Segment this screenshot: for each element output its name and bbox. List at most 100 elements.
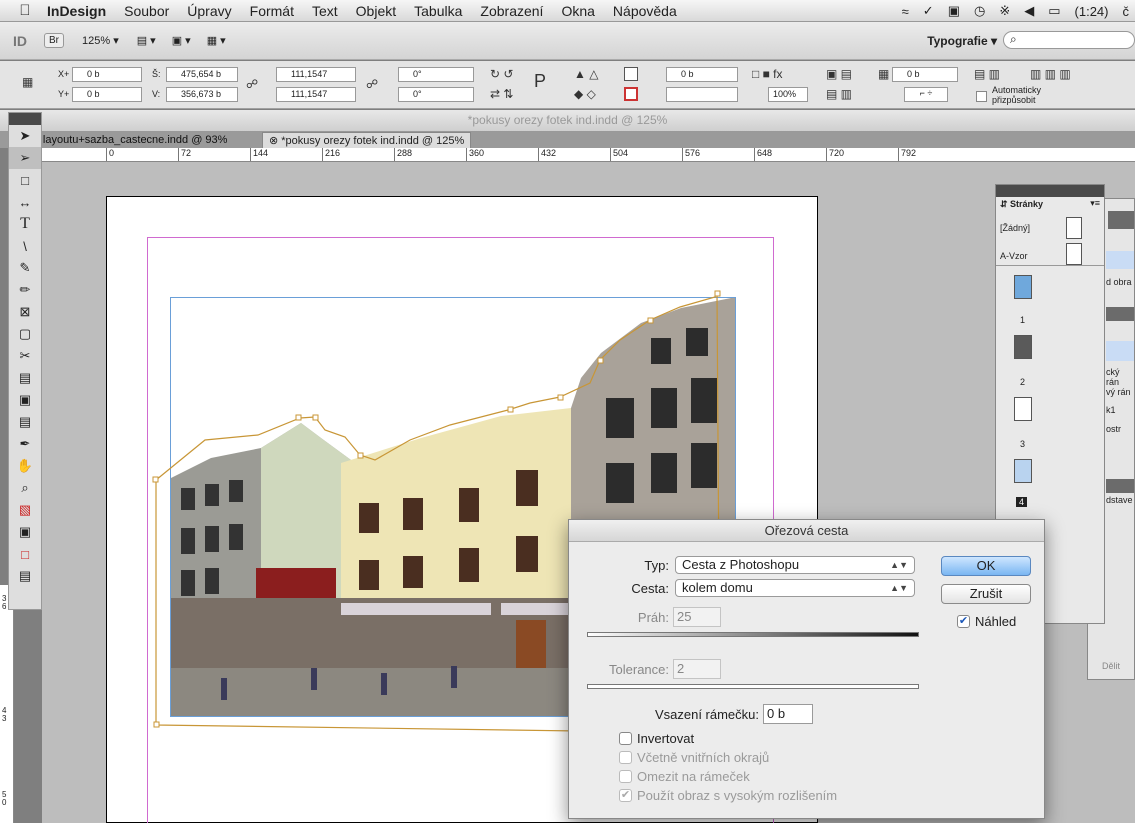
zoom-tool-icon[interactable]: ⌕	[9, 477, 41, 499]
rotation-field[interactable]: 0°	[398, 67, 474, 82]
view-options-icon[interactable]: ▤ ▾	[137, 34, 156, 47]
battery-icon[interactable]: ▭	[1048, 3, 1060, 19]
apply-none-icon[interactable]: □	[9, 543, 41, 565]
line-tool-icon[interactable]: \	[9, 235, 41, 257]
inset-field[interactable]: 0 b	[892, 67, 958, 82]
panel-tab[interactable]	[1108, 211, 1134, 229]
frame-fitting-icon[interactable]: ▦	[878, 67, 889, 81]
corner-options-select[interactable]: ⌐ ÷	[904, 87, 948, 102]
pen-icon[interactable]: ✓	[923, 3, 934, 19]
threshold-field[interactable]: 25	[673, 607, 721, 627]
menu-okna[interactable]: Okna	[552, 3, 603, 19]
close-tab-icon[interactable]: ⊗	[269, 135, 281, 147]
width-field[interactable]: 475,654 b	[166, 67, 238, 82]
page-thumb-3[interactable]	[1014, 397, 1032, 421]
panel-row-selected[interactable]	[1106, 341, 1134, 361]
stroke-type-select[interactable]	[666, 87, 738, 102]
align-icons[interactable]: ▤ ▥	[826, 87, 852, 101]
vertical-ruler[interactable]: 3 6 4 3 5 0	[0, 585, 14, 823]
fitting-icons[interactable]: ▣ ▤	[826, 67, 852, 81]
menu-objekt[interactable]: Objekt	[347, 3, 405, 19]
screen-mode-icon[interactable]: ▣ ▾	[172, 34, 191, 47]
panel-row[interactable]	[1106, 251, 1134, 269]
restrict-to-frame-checkbox[interactable]: Omezit na rámeček	[619, 769, 750, 784]
direct-selection-tool-icon[interactable]: ➢	[9, 147, 41, 169]
workspace-select[interactable]: Typografie ▾	[927, 34, 997, 48]
invert-checkbox[interactable]: Invertovat	[619, 731, 694, 746]
none-master-label[interactable]: [Žádný]	[1000, 223, 1030, 233]
fit-content-icons[interactable]: ▥ ▥ ▥	[1030, 67, 1071, 81]
opacity-field[interactable]: 100%	[768, 87, 808, 102]
scissors-tool-icon[interactable]: ✂	[9, 345, 41, 367]
horizontal-ruler[interactable]: 0 72 144 216 288 360 432 504 576 648 720…	[28, 148, 1135, 162]
tools-panel-header[interactable]	[9, 113, 41, 125]
preview-checkbox[interactable]: ✔ Náhled	[957, 614, 1016, 629]
time-machine-icon[interactable]: ◷	[974, 3, 985, 19]
apple-menu-icon[interactable]: 	[12, 2, 38, 19]
effects-icon[interactable]: □ ■ fx	[752, 67, 783, 81]
menu-indesign[interactable]: InDesign	[38, 3, 115, 19]
page-thumb-2[interactable]	[1014, 335, 1032, 359]
tab-orezy[interactable]: ⊗ *pokusy orezy fotek ind.indd @ 125%	[262, 132, 472, 148]
menu-zobrazeni[interactable]: Zobrazení	[471, 3, 552, 19]
scale-x-field[interactable]: 111,1547	[276, 67, 356, 82]
tolerance-field[interactable]: 2	[673, 659, 721, 679]
dialog-title[interactable]: Ořezová cesta	[569, 520, 1044, 542]
side-item[interactable]: d obra	[1106, 277, 1132, 287]
rotate-cw-icon[interactable]: ↻ ↺	[490, 67, 513, 81]
threshold-slider[interactable]	[587, 632, 919, 637]
path-select[interactable]: kolem domu ▲▼	[675, 579, 915, 597]
page-thumb-4[interactable]	[1014, 459, 1032, 483]
rectangle-tool-icon[interactable]: ▢	[9, 323, 41, 345]
side-item[interactable]: k1	[1106, 405, 1116, 415]
auto-fit-checkbox[interactable]	[976, 91, 987, 102]
scale-y-field[interactable]: 111,1547	[276, 87, 356, 102]
tab-layout[interactable]: lavrh layoutu+sazba_castecne.indd @ 93%	[10, 132, 233, 148]
menu-format[interactable]: Formát	[241, 3, 303, 19]
side-item[interactable]: dstave	[1106, 495, 1133, 505]
fill-swatch[interactable]	[624, 67, 638, 81]
search-input[interactable]: ⌕	[1003, 31, 1135, 49]
side-item[interactable]: vý rán	[1106, 387, 1131, 397]
side-item[interactable]: Dělit	[1102, 661, 1120, 671]
side-item[interactable]: cký rán	[1106, 367, 1134, 387]
reference-point-p-icon[interactable]: P	[534, 71, 546, 92]
constrain-proportions-icon[interactable]: ☍	[246, 77, 258, 91]
master-label[interactable]: A-Vzor	[1000, 251, 1028, 261]
side-item[interactable]: ostr	[1106, 424, 1121, 434]
type-tool-icon[interactable]: T	[9, 213, 41, 235]
inset-frame-field[interactable]: 0 b	[763, 704, 813, 724]
page-thumb-1[interactable]	[1014, 275, 1032, 299]
bridge-button[interactable]: Br	[44, 33, 64, 48]
battery-time[interactable]: (1:24)	[1075, 4, 1109, 19]
stroke-swatch[interactable]	[624, 87, 638, 101]
page-tool-icon[interactable]: □	[9, 169, 41, 191]
select-content-icon[interactable]: ◆ ◇	[574, 87, 596, 101]
menu-text[interactable]: Text	[303, 3, 347, 19]
selection-tool-icon[interactable]: ➤	[9, 125, 41, 147]
arrange-docs-icon[interactable]: ▦ ▾	[207, 34, 226, 47]
bluetooth-icon[interactable]: ※	[999, 3, 1010, 19]
rectangle-frame-tool-icon[interactable]: ⊠	[9, 301, 41, 323]
none-master-thumb[interactable]	[1066, 217, 1082, 239]
screen-mode-tool-icon[interactable]: ▤	[9, 565, 41, 587]
display-icon[interactable]: ▣	[948, 3, 960, 19]
flip-icon[interactable]: ⇄ ⇅	[490, 87, 513, 101]
menu-soubor[interactable]: Soubor	[115, 3, 178, 19]
gradient-swatch-tool-icon[interactable]: ▣	[9, 389, 41, 411]
x-field[interactable]: 0 b	[72, 67, 142, 82]
volume-icon[interactable]: ◀	[1024, 3, 1034, 19]
select-container-icon[interactable]: ▲ △	[574, 67, 598, 81]
menu-tabulka[interactable]: Tabulka	[405, 3, 471, 19]
cancel-button[interactable]: Zrušit	[941, 584, 1031, 604]
pencil-tool-icon[interactable]: ✏	[9, 279, 41, 301]
zoom-select[interactable]: 125% ▾	[82, 34, 119, 47]
include-inner-edges-checkbox[interactable]: Včetně vnitřních okrajů	[619, 750, 769, 765]
master-thumb[interactable]	[1066, 243, 1082, 265]
menu-extra[interactable]: č	[1123, 4, 1130, 19]
fill-stroke-icon[interactable]: ▧	[9, 499, 41, 521]
formatting-affects-icon[interactable]: ▣	[9, 521, 41, 543]
stroke-weight-field[interactable]: 0 b	[666, 67, 738, 82]
link-scale-icon[interactable]: ☍	[366, 77, 378, 91]
wifi-icon[interactable]: ≈	[902, 4, 909, 19]
